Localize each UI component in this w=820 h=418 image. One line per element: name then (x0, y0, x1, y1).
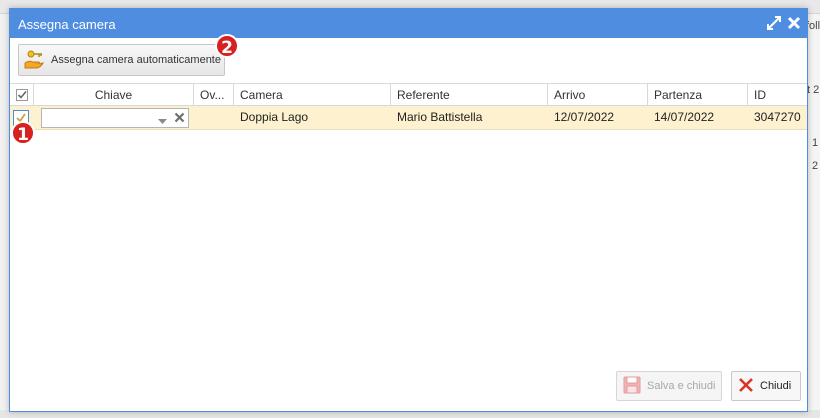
close-button[interactable]: Chiudi (731, 371, 801, 401)
key-combobox[interactable] (41, 108, 189, 128)
dialog-title: Assegna camera (18, 17, 116, 32)
annotation-marker: 1 (11, 121, 35, 145)
save-and-close-label: Salva e chiudi (647, 380, 716, 392)
grid-header: Chiave Ov... Camera Referente Arrivo Par… (10, 83, 807, 106)
cell-arrivo: 12/07/2022 (554, 110, 615, 124)
background-fragment: follow (806, 20, 820, 32)
rooms-grid: Chiave Ov... Camera Referente Arrivo Par… (10, 83, 807, 130)
select-all-checkbox[interactable] (10, 84, 34, 106)
column-header-id[interactable]: ID (748, 84, 807, 106)
background-fragment: 1 (812, 137, 819, 149)
dialog-toolbar: Assegna camera automaticamente 2 (10, 34, 807, 83)
column-header-camera[interactable]: Camera (234, 84, 391, 106)
cell-partenza: 14/07/2022 (654, 110, 715, 124)
cell-ov (194, 106, 234, 130)
auto-assign-room-button[interactable]: Assegna camera automaticamente (18, 44, 225, 76)
save-and-close-button[interactable]: Salva e chiudi (616, 371, 722, 401)
floppy-disk-icon (623, 376, 641, 397)
column-header-ov[interactable]: Ov... (194, 84, 234, 106)
column-header-arrivo[interactable]: Arrivo (548, 84, 648, 106)
close-label: Chiudi (760, 380, 792, 392)
column-header-chiave[interactable]: Chiave (34, 84, 194, 106)
assign-room-dialog: Assegna camera Assegna camera automatica… (9, 8, 808, 412)
column-header-partenza[interactable]: Partenza (648, 84, 748, 106)
dialog-titlebar[interactable]: Assegna camera (10, 9, 807, 38)
chevron-down-icon[interactable] (158, 114, 167, 128)
background-fragment: t 2 (807, 84, 820, 96)
background-panel (806, 14, 820, 418)
clear-icon[interactable] (174, 112, 185, 126)
cell-referente: Mario Battistella (397, 110, 483, 124)
close-icon[interactable] (787, 16, 801, 30)
column-header-referente[interactable]: Referente (391, 84, 548, 106)
table-row[interactable]: Doppia Lago Mario Battistella 12/07/2022… (10, 106, 807, 130)
hand-key-icon (23, 49, 45, 72)
background-fragment: 2 (812, 160, 819, 172)
maximize-icon[interactable] (767, 16, 781, 30)
close-x-icon (738, 377, 754, 396)
cell-id: 3047270 (754, 110, 801, 124)
annotation-marker: 2 (215, 34, 239, 58)
key-input[interactable] (44, 111, 152, 125)
auto-assign-room-label: Assegna camera automaticamente (51, 54, 221, 66)
cell-camera: Doppia Lago (240, 110, 309, 124)
